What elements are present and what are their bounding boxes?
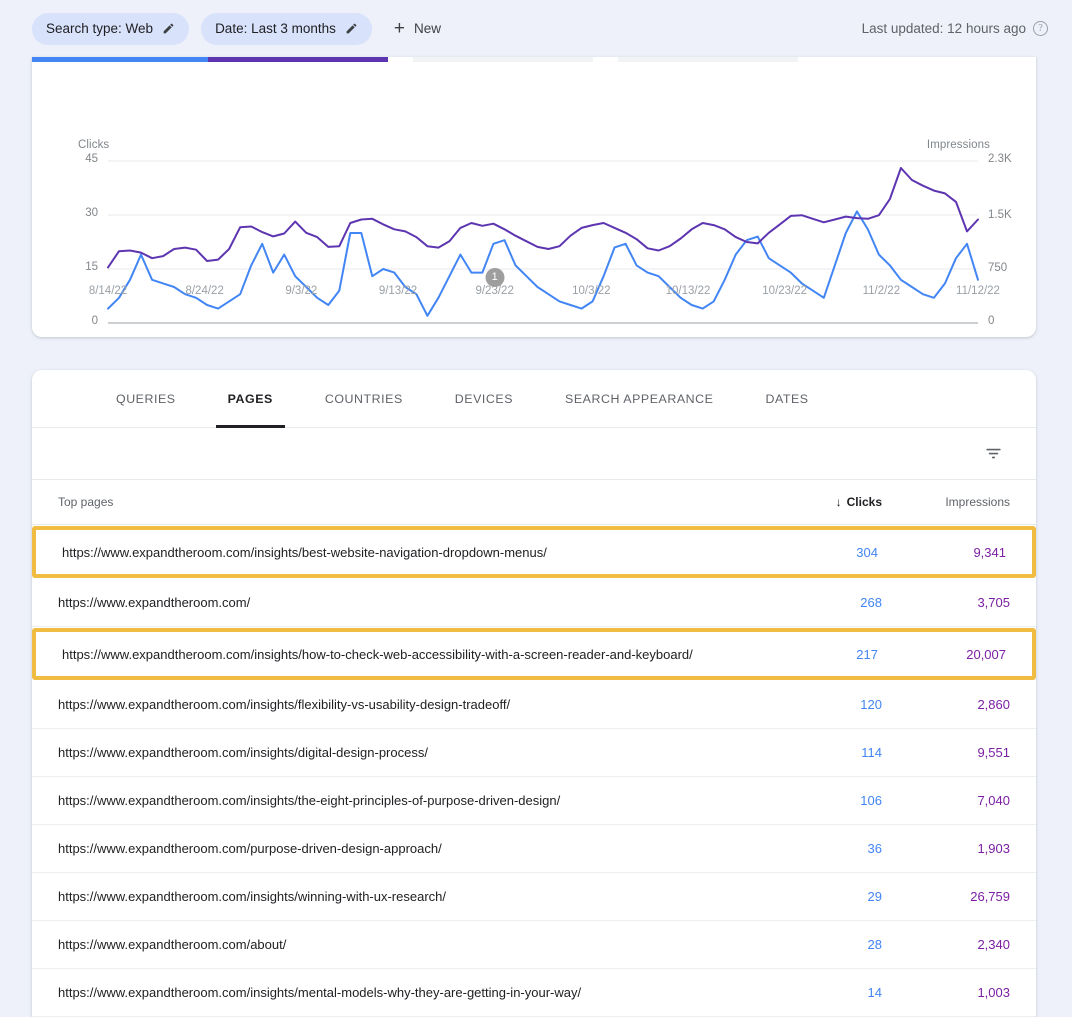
last-updated-group: Last updated: 12 hours ago ? [862,21,1048,36]
chart-left-ytick: 45 [85,153,98,165]
chart-left-ytick: 0 [91,315,98,327]
table-cell-impressions: 1,003 [977,985,1010,1000]
table-cell-impressions: 7,040 [977,793,1010,808]
tab-countries[interactable]: COUNTRIES [299,370,429,428]
add-new-filter-label: New [414,21,442,36]
chart-xtick: 11/12/22 [956,285,1000,297]
table-row[interactable]: https://www.expandtheroom.com/insights/h… [32,628,1036,680]
table-cell-impressions: 20,007 [966,646,1006,662]
filter-chip-search-type[interactable]: Search type: Web [32,12,190,45]
table-cell-impressions: 1,903 [977,841,1010,856]
table-row[interactable]: https://www.expandtheroom.com/insights/b… [32,526,1036,578]
table-header-top-pages[interactable]: Top pages [58,495,754,509]
table-cell-url[interactable]: https://www.expandtheroom.com/insights/w… [58,889,754,904]
filter-chip-date-label: Date: Last 3 months [215,21,336,36]
table-cell-url[interactable]: https://www.expandtheroom.com/insights/b… [62,545,750,560]
performance-chart-card: Clicks Impressions 0 15 30 45 0 750 1.5K 2.3K 8/… [32,57,1036,337]
table-cell-clicks: 217 [856,646,878,662]
chart-left-ytick: 30 [85,207,98,219]
table-cell-url[interactable]: https://www.expandtheroom.com/about/ [58,937,754,952]
table-header-row: Top pages ↓ Clicks Impressions [32,480,1036,524]
filter-list-icon-glyph [985,448,1001,459]
table-row[interactable]: https://www.expandtheroom.com/about/28 2,… [32,921,1036,969]
tab-label: PAGES [227,392,273,406]
tab-search-appearance[interactable]: SEARCH APPEARANCE [539,370,739,428]
table-row[interactable]: https://www.expandtheroom.com/insights/w… [32,873,1036,921]
tab-pages[interactable]: PAGES [202,370,299,428]
table-cell-impressions: 9,341 [973,544,1006,560]
tab-label: DATES [765,392,809,406]
table-cell-clicks: 106 [860,793,882,808]
dimension-tabs: QUERIES PAGES COUNTRIES DEVICES SEARCH APPEA… [32,370,1036,428]
table-cell-clicks: 120 [860,697,882,712]
chart-right-ytick: 1.5K [988,209,1012,222]
filter-list-icon[interactable] [976,437,1010,471]
tab-label: DEVICES [454,392,514,406]
table-cell-clicks: 14 [867,985,882,1000]
table-row[interactable]: https://www.expandtheroom.com/purpose-dr… [32,825,1036,873]
filter-bar: Search type: Web Date: Last 3 months + N… [0,0,1072,57]
chart-annotation-badge[interactable]: 1 [485,268,505,287]
last-updated-label: Last updated: 12 hours ago [861,21,1026,36]
question-mark-icon[interactable]: ? [1033,21,1048,36]
chart-right-ytick: 750 [988,262,1008,275]
table-body: https://www.expandtheroom.com/insights/b… [32,524,1036,1017]
table-cell-url[interactable]: https://www.expandtheroom.com/purpose-dr… [58,841,754,856]
chart-xtick: 10/23/22 [762,285,808,297]
table-row[interactable]: https://www.expandtheroom.com/insights/m… [32,969,1036,1017]
chart-right-ytick: 0 [988,315,995,327]
table-header-impressions[interactable]: Impressions [882,495,1010,509]
table-cell-clicks: 304 [856,544,878,560]
chart-xtick: 8/14/22 [88,285,128,297]
table-cell-impressions: 2,340 [977,937,1010,952]
chart-xtick: 9/13/22 [378,285,418,297]
pencil-icon [163,23,174,34]
table-row[interactable]: https://www.expandtheroom.com/insights/t… [32,777,1036,825]
pencil-icon [346,23,357,34]
tab-dates[interactable]: DATES [739,370,834,428]
table-cell-url[interactable]: https://www.expandtheroom.com/insights/m… [58,985,754,1000]
table-filter-row [32,428,1036,480]
table-cell-impressions: 3,705 [977,595,1010,610]
table-cell-impressions: 26,759 [970,889,1010,904]
table-cell-url[interactable]: https://www.expandtheroom.com/insights/f… [58,697,754,712]
table-cell-url[interactable]: https://www.expandtheroom.com/insights/h… [62,647,750,662]
table-cell-clicks: 28 [867,937,882,952]
add-new-filter-button[interactable]: + New [384,13,451,45]
plus-icon: + [393,18,405,39]
table-cell-clicks: 268 [860,595,882,610]
table-cell-clicks: 29 [867,889,882,904]
table-header-clicks-label: Clicks [846,495,882,509]
sort-descending-icon: ↓ [835,495,842,509]
table-cell-url[interactable]: https://www.expandtheroom.com/insights/d… [58,745,754,760]
chart-xtick: 10/13/22 [665,285,711,297]
table-row[interactable]: https://www.expandtheroom.com/insights/f… [32,681,1036,729]
table-cell-url[interactable]: https://www.expandtheroom.com/insights/t… [58,793,754,808]
tab-queries[interactable]: QUERIES [90,370,202,428]
table-cell-impressions: 9,551 [977,745,1010,760]
table-cell-clicks: 114 [861,745,882,760]
chart-xtick: 10/3/22 [572,285,611,297]
table-cell-clicks: 36 [867,841,882,856]
table-row[interactable]: https://www.expandtheroom.com/insights/d… [32,729,1036,777]
chart-right-ytick: 2.3K [988,153,1012,165]
tab-label: COUNTRIES [324,392,403,406]
chart-left-ytick: 15 [85,261,98,273]
table-cell-url[interactable]: https://www.expandtheroom.com/ [58,595,754,610]
filter-chip-date[interactable]: Date: Last 3 months [201,12,372,45]
filter-chip-search-type-label: Search type: Web [46,21,154,36]
dimension-table-card: QUERIES PAGES COUNTRIES DEVICES SEARCH APPEA… [32,370,1036,1017]
chart-xtick: 11/2/22 [862,285,901,297]
chart-xtick: 9/3/22 [285,285,318,297]
table-row[interactable]: https://www.expandtheroom.com/268 3,705 [32,579,1036,627]
chart-line-clicks [107,210,979,317]
tab-devices[interactable]: DEVICES [429,370,539,428]
table-cell-impressions: 2,860 [977,697,1010,712]
tab-label: QUERIES [116,392,176,406]
chart-line-impressions [107,167,979,269]
table-header-clicks[interactable]: ↓ Clicks [754,495,882,509]
tab-label: SEARCH APPEARANCE [565,392,714,406]
chart-xtick: 8/24/22 [185,285,224,297]
